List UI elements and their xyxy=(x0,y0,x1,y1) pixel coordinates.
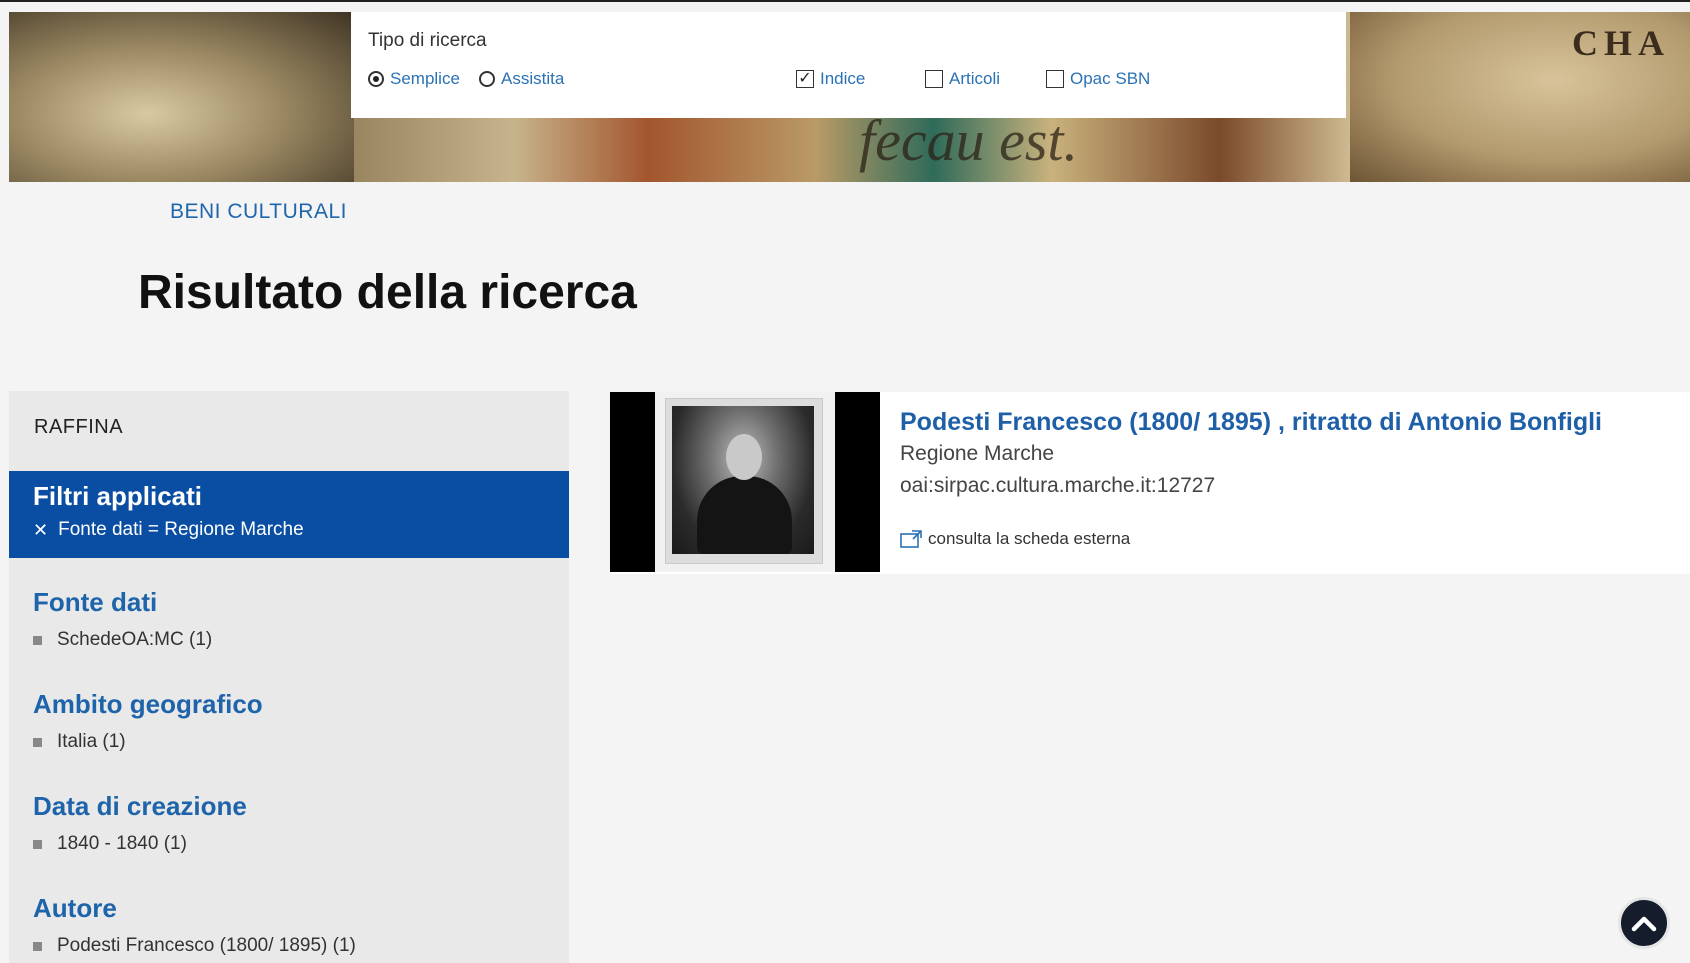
radio-unselected-icon[interactable] xyxy=(479,71,495,87)
result-identifier: oai:sirpac.cultura.marche.it:12727 xyxy=(900,474,1216,497)
radio-semplice-label: Semplice xyxy=(390,69,460,88)
facet-item-fonte-dati[interactable]: SchedeOA:MC (1) xyxy=(33,629,212,651)
top-border xyxy=(0,0,1690,2)
applied-filters-panel: Filtri applicati ✕ Fonte dati = Regione … xyxy=(9,471,569,558)
result-title-link[interactable]: Podesti Francesco (1800/ 1895) , ritratt… xyxy=(900,408,1602,437)
checkbox-articoli[interactable]: Articoli xyxy=(925,69,1000,89)
facet-item-label: SchedeOA:MC (1) xyxy=(57,629,213,650)
facet-heading-fonte-dati: Fonte dati xyxy=(33,587,158,617)
radio-assistita[interactable]: Assistita xyxy=(479,69,564,89)
breadcrumb-beni-culturali[interactable]: BENI CULTURALI xyxy=(170,200,347,224)
checkbox-opac-label: Opac SBN xyxy=(1070,69,1151,88)
result-thumbnail[interactable] xyxy=(610,392,880,572)
banner-artwork-left xyxy=(9,12,354,182)
facet-item-data-creazione[interactable]: 1840 - 1840 (1) xyxy=(33,833,187,855)
refine-heading: RAFFINA xyxy=(34,416,124,438)
portrait-body xyxy=(697,476,792,554)
facet-item-autore[interactable]: Podesti Francesco (1800/ 1895) (1) xyxy=(33,935,356,957)
facet-item-label: Podesti Francesco (1800/ 1895) (1) xyxy=(57,935,356,956)
portrait-canvas xyxy=(665,398,823,564)
radio-assistita-label: Assistita xyxy=(501,69,565,88)
banner-artwork-right: CHA xyxy=(1350,12,1690,182)
external-record-link[interactable]: consulta la scheda esterna xyxy=(900,529,1130,549)
checkbox-checked-icon[interactable]: ✓ xyxy=(796,70,814,88)
checkbox-indice[interactable]: ✓ Indice xyxy=(796,69,865,89)
facet-item-label: 1840 - 1840 (1) xyxy=(57,833,187,854)
facet-item-ambito-geografico[interactable]: Italia (1) xyxy=(33,731,126,753)
back-to-top-button[interactable] xyxy=(1618,897,1670,949)
portrait-head xyxy=(726,434,762,480)
search-type-panel: Tipo di ricerca Semplice Assistita ✓ Ind… xyxy=(351,12,1346,118)
checkbox-articoli-label: Articoli xyxy=(949,69,1001,88)
facet-item-label: Italia (1) xyxy=(57,731,126,752)
facet-heading-data-creazione: Data di creazione xyxy=(33,791,247,821)
bullet-square-icon xyxy=(33,635,42,645)
search-type-label: Tipo di ricerca xyxy=(368,30,487,51)
facet-heading-autore: Autore xyxy=(33,893,117,923)
checkbox-unchecked-icon[interactable] xyxy=(1046,70,1064,88)
remove-filter-fonte-dati[interactable]: ✕ Fonte dati = Regione Marche xyxy=(33,519,304,541)
bullet-square-icon xyxy=(33,941,42,951)
close-icon[interactable]: ✕ xyxy=(33,520,48,541)
bullet-square-icon xyxy=(33,737,42,747)
portrait-frame xyxy=(655,392,835,572)
checkbox-opac-sbn[interactable]: Opac SBN xyxy=(1046,69,1150,89)
portrait-image xyxy=(672,406,814,554)
chevron-up-icon xyxy=(1631,916,1657,932)
facet-heading-ambito-geografico: Ambito geografico xyxy=(33,689,263,719)
radio-semplice[interactable]: Semplice xyxy=(368,69,460,89)
result-source: Regione Marche xyxy=(900,442,1055,465)
banner-map-text: CHA xyxy=(1572,23,1670,63)
external-record-label: consulta la scheda esterna xyxy=(928,529,1131,548)
external-link-icon xyxy=(900,530,922,548)
checkbox-indice-label: Indice xyxy=(820,69,866,88)
radio-selected-icon[interactable] xyxy=(368,71,384,87)
search-result-card: Podesti Francesco (1800/ 1895) , ritratt… xyxy=(610,392,1690,574)
checkbox-unchecked-icon[interactable] xyxy=(925,70,943,88)
refine-sidebar: RAFFINA Filtri applicati ✕ Fonte dati = … xyxy=(9,391,569,963)
bullet-square-icon xyxy=(33,839,42,849)
page-title: Risultato della ricerca xyxy=(138,266,637,319)
applied-filter-label: Fonte dati = Regione Marche xyxy=(58,519,304,540)
applied-filters-title: Filtri applicati xyxy=(33,481,203,511)
